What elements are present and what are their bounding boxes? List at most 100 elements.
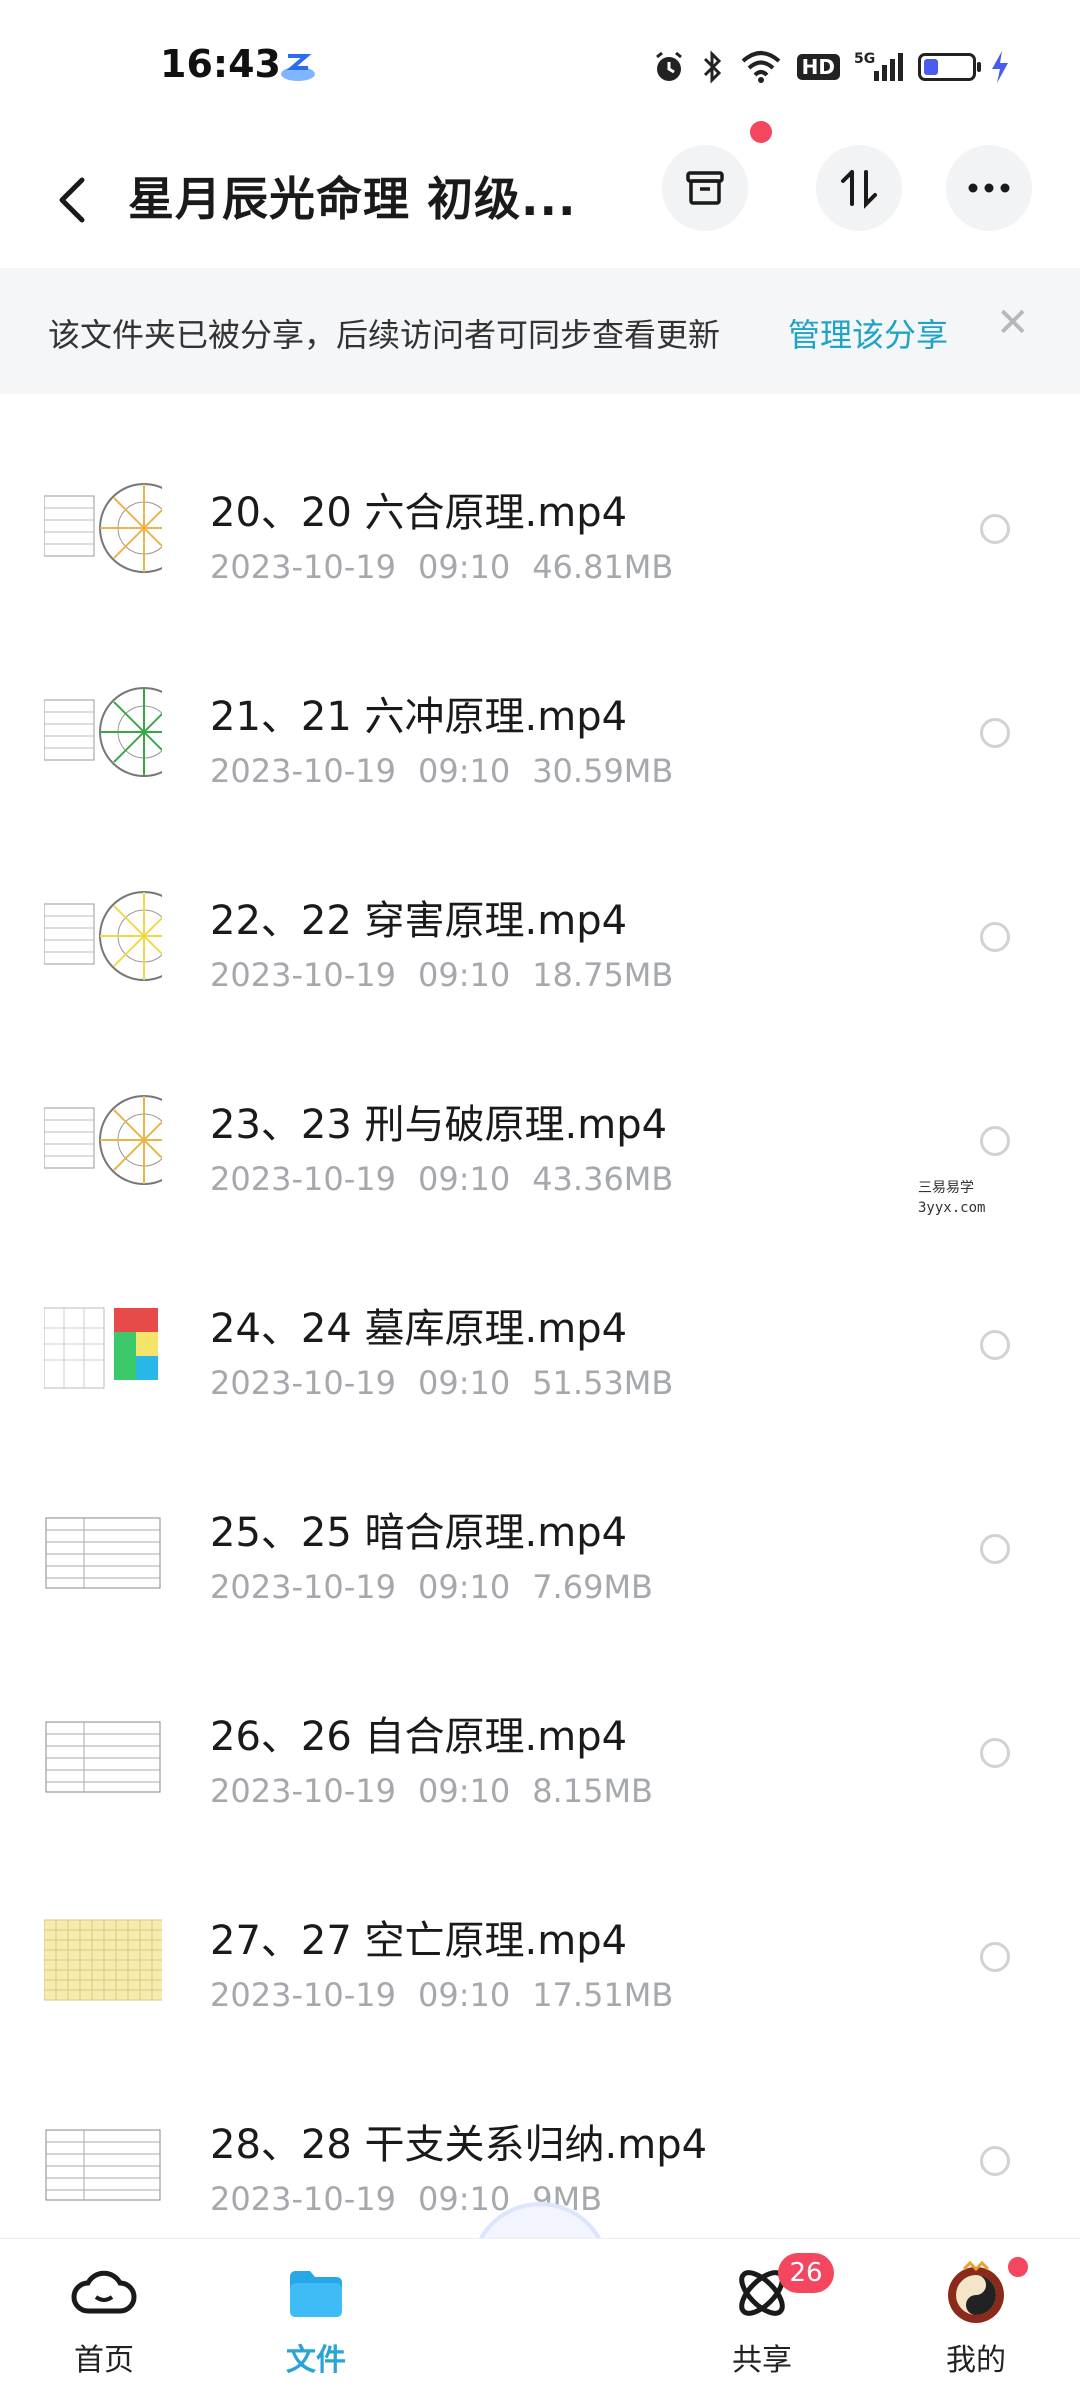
file-time: 09:10 [417, 1568, 511, 1606]
folder-icon [290, 2271, 342, 2317]
file-time: 09:10 [417, 548, 511, 586]
video-thumbnail [44, 1084, 162, 1194]
file-time: 09:10 [417, 1364, 511, 1402]
select-radio[interactable] [980, 1942, 1010, 1972]
video-thumbnail [44, 1900, 162, 2010]
nav-files-label: 文件 [286, 2343, 346, 2378]
video-thumbnail [44, 1696, 162, 1806]
file-meta: 2023-10-19 09:10 7.69MB [210, 1568, 675, 1606]
share-badge: 26 [778, 2253, 834, 2293]
manage-share-link[interactable]: 管理该分享 [788, 310, 948, 356]
file-row[interactable]: 20、20 六合原理.mp4 2023-10-19 09:10 46.81MB [0, 430, 1080, 634]
cloud-app-status-icon [281, 54, 315, 81]
file-row[interactable]: 25、25 暗合原理.mp4 2023-10-19 09:10 7.69MB [0, 1450, 1080, 1654]
file-name: 26、26 自合原理.mp4 [210, 1714, 628, 1760]
nav-me-label: 我的 [946, 2343, 1006, 2378]
video-thumbnail [44, 676, 162, 786]
file-date: 2023-10-19 [210, 956, 396, 994]
nav-home[interactable]: 首页 [34, 2259, 174, 2379]
file-size: 46.81MB [532, 548, 674, 586]
archive-button[interactable] [662, 145, 748, 231]
status-icons: HD 5G [651, 44, 1010, 90]
file-date: 2023-10-19 [210, 2180, 396, 2218]
file-name: 21、21 六冲原理.mp4 [210, 694, 628, 740]
select-radio[interactable] [980, 1534, 1010, 1564]
nav-home-label: 首页 [74, 2343, 134, 2378]
file-size: 30.59MB [532, 752, 674, 790]
sort-button[interactable] [816, 145, 902, 231]
file-date: 2023-10-19 [210, 1568, 396, 1606]
file-row[interactable]: 26、26 自合原理.mp4 2023-10-19 09:10 8.15MB [0, 1654, 1080, 1858]
video-thumbnail [44, 880, 162, 990]
me-notification-dot [1006, 2255, 1030, 2279]
nav-files[interactable]: 文件 [246, 2259, 386, 2379]
file-date: 2023-10-19 [210, 1772, 396, 1810]
file-meta: 2023-10-19 09:10 30.59MB [210, 752, 695, 790]
bluetooth-icon [701, 49, 725, 85]
select-radio[interactable] [980, 2146, 1010, 2176]
file-time: 09:10 [417, 1160, 511, 1198]
video-thumbnail [44, 1492, 162, 1602]
file-row[interactable]: 22、22 穿害原理.mp4 2023-10-19 09:10 18.75MB [0, 838, 1080, 1042]
video-thumbnail [44, 2104, 162, 2214]
battery-icon [918, 53, 981, 81]
header: 星月辰光命理 初级... [0, 121, 1080, 265]
svg-text:5G: 5G [854, 51, 875, 67]
file-meta: 2023-10-19 09:10 51.53MB [210, 1364, 695, 1402]
select-radio[interactable] [980, 1738, 1010, 1768]
file-size: 17.51MB [532, 1976, 674, 2014]
file-size: 43.36MB [532, 1160, 674, 1198]
sort-icon [841, 170, 877, 209]
file-meta: 2023-10-19 09:10 18.75MB [210, 956, 695, 994]
file-name: 27、27 空亡原理.mp4 [210, 1918, 628, 1964]
file-date: 2023-10-19 [210, 752, 396, 790]
file-meta: 2023-10-19 09:10 8.15MB [210, 1772, 675, 1810]
back-button[interactable] [42, 165, 102, 235]
nav-me[interactable]: 我的 [906, 2255, 1046, 2379]
file-date: 2023-10-19 [210, 1160, 396, 1198]
signal-icon: 5G [854, 49, 904, 85]
file-time: 09:10 [417, 1772, 511, 1810]
select-radio[interactable] [980, 718, 1010, 748]
select-radio[interactable] [980, 922, 1010, 952]
file-name: 20、20 六合原理.mp4 [210, 490, 628, 536]
file-name: 23、23 刑与破原理.mp4 [210, 1102, 668, 1148]
video-thumbnail [44, 472, 162, 582]
watermark: 三易易学 3yyx.com [918, 1180, 986, 1216]
file-time: 09:10 [417, 752, 511, 790]
select-radio[interactable] [980, 1330, 1010, 1360]
file-name: 22、22 穿害原理.mp4 [210, 898, 628, 944]
share-banner: 该文件夹已被分享，后续访问者可同步查看更新 管理该分享 ✕ [0, 268, 1080, 394]
charging-icon [990, 49, 1010, 85]
hd-badge: HD [796, 54, 840, 80]
nav-share[interactable]: 26 共享 [692, 2253, 834, 2379]
close-icon[interactable]: ✕ [996, 300, 1030, 346]
file-meta: 2023-10-19 09:10 43.36MB [210, 1160, 695, 1198]
share-banner-text: 该文件夹已被分享，后续访问者可同步查看更新 [48, 316, 721, 354]
file-size: 8.15MB [532, 1772, 653, 1810]
file-date: 2023-10-19 [210, 1976, 396, 2014]
file-time: 09:10 [417, 956, 511, 994]
select-radio[interactable] [980, 514, 1010, 544]
file-row[interactable]: 27、27 空亡原理.mp4 2023-10-19 09:10 17.51MB [0, 1858, 1080, 2062]
status-bar: 16:43 HD 5G [0, 0, 1080, 135]
file-date: 2023-10-19 [210, 548, 396, 586]
select-radio[interactable] [980, 1126, 1010, 1156]
file-row[interactable]: 24、24 墓库原理.mp4 2023-10-19 09:10 51.53MB [0, 1246, 1080, 1450]
bottom-nav: 首页 文件 26 共享 我的 [0, 2238, 1080, 2401]
archive-icon [686, 171, 724, 205]
file-row[interactable]: 21、21 六冲原理.mp4 2023-10-19 09:10 30.59MB [0, 634, 1080, 838]
file-date: 2023-10-19 [210, 1364, 396, 1402]
page-title: 星月辰光命理 初级... [128, 172, 577, 226]
file-size: 51.53MB [532, 1364, 674, 1402]
more-button[interactable] [946, 145, 1032, 231]
file-name: 24、24 墓库原理.mp4 [210, 1306, 628, 1352]
video-thumbnail [44, 1288, 162, 1398]
status-time: 16:43 [160, 42, 281, 86]
chevron-left-icon [59, 177, 85, 223]
avatar [948, 2260, 1004, 2323]
file-size: 7.69MB [532, 1568, 653, 1606]
file-name: 28、28 干支关系归纳.mp4 [210, 2122, 708, 2168]
file-size: 18.75MB [532, 956, 674, 994]
alarm-icon [651, 49, 687, 85]
